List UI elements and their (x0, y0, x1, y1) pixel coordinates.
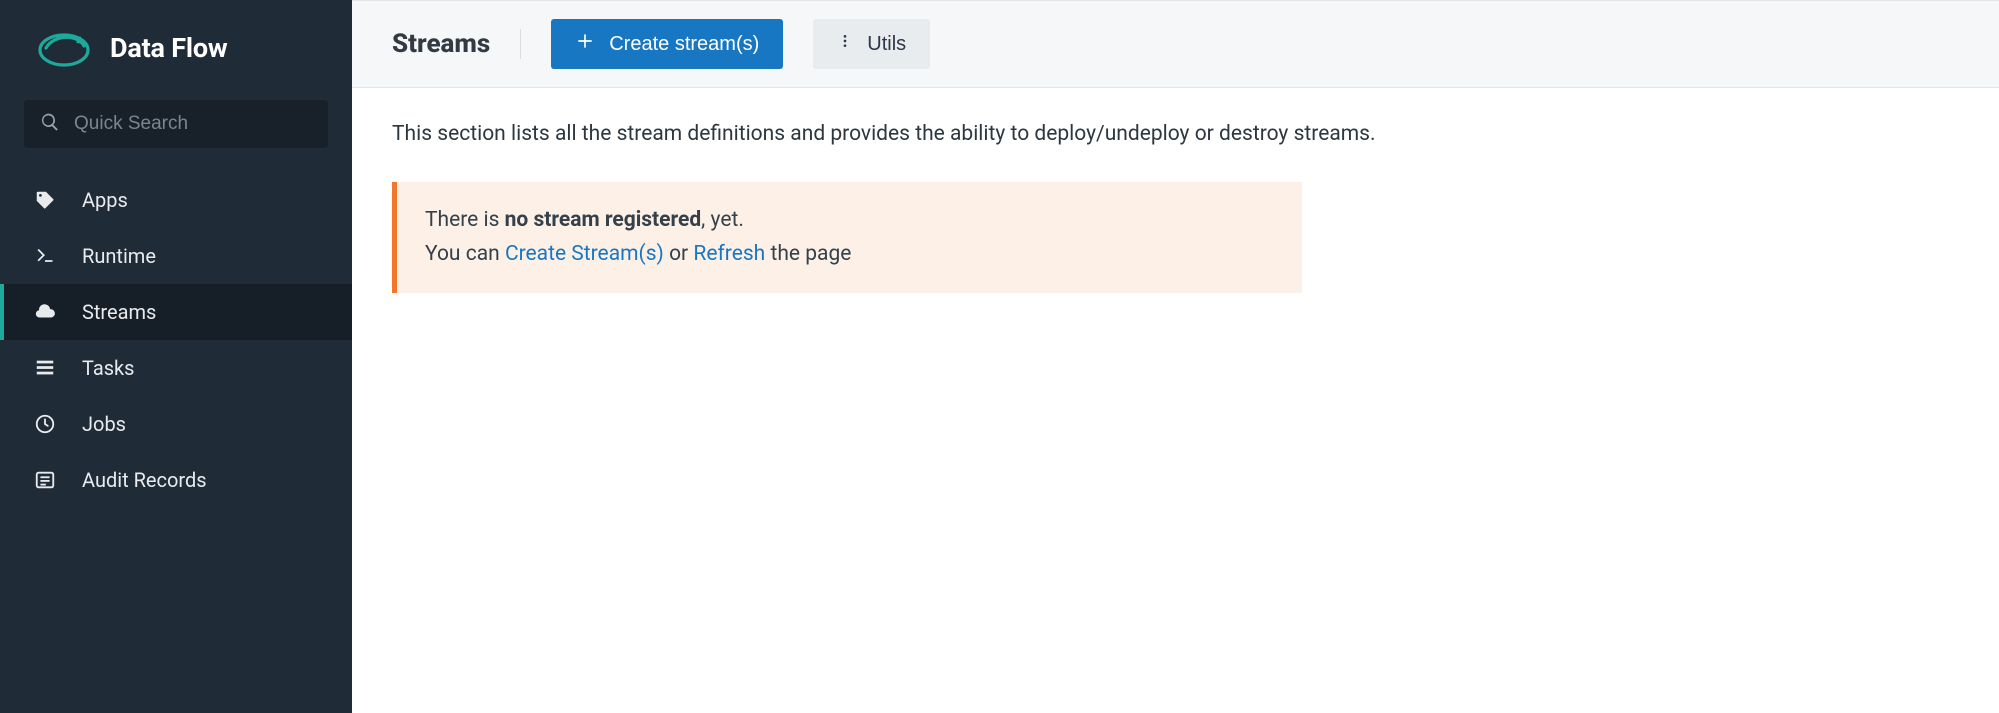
nav-label: Jobs (82, 412, 126, 436)
nav-label: Tasks (82, 356, 135, 380)
brand-row: Data Flow (0, 0, 352, 92)
nav-label: Runtime (82, 244, 156, 268)
main-area: Streams Create stream(s) Utils This sect… (352, 0, 1999, 713)
empty-state: There is no stream registered, yet. You … (392, 182, 1302, 293)
content: This section lists all the stream defini… (352, 88, 1999, 327)
empty-text: or (664, 242, 694, 266)
tasks-icon (34, 357, 56, 379)
quick-search[interactable] (24, 100, 328, 148)
create-stream-label: Create stream(s) (609, 33, 759, 56)
empty-text: , yet. (701, 208, 744, 232)
nav-item-jobs[interactable]: Jobs (0, 396, 352, 452)
nav-item-runtime[interactable]: Runtime (0, 228, 352, 284)
empty-line2: You can Create Stream(s) or Refresh the … (425, 238, 1274, 272)
topbar: Streams Create stream(s) Utils (352, 0, 1999, 88)
cloud-icon (34, 301, 56, 323)
list-icon (34, 469, 56, 491)
sidebar: Data Flow Apps Runtime Streams (0, 0, 352, 713)
nav-label: Audit Records (82, 468, 207, 492)
search-icon (40, 112, 60, 136)
nav-item-apps[interactable]: Apps (0, 172, 352, 228)
empty-text: You can (425, 242, 505, 266)
section-description: This section lists all the stream defini… (392, 122, 1959, 146)
nav-item-audit[interactable]: Audit Records (0, 452, 352, 508)
create-stream-link[interactable]: Create Stream(s) (505, 242, 664, 266)
dots-vertical-icon (837, 31, 853, 57)
empty-text: the page (765, 242, 851, 266)
empty-strong: no stream registered (505, 208, 702, 232)
nav-list: Apps Runtime Streams Tasks Jobs (0, 172, 352, 508)
nav-item-tasks[interactable]: Tasks (0, 340, 352, 396)
nav-item-streams[interactable]: Streams (0, 284, 352, 340)
search-input[interactable] (74, 113, 312, 135)
empty-line1: There is no stream registered, yet. (425, 204, 1274, 238)
empty-text: There is (425, 208, 505, 232)
brand-logo-icon (36, 28, 92, 68)
nav-label: Streams (82, 300, 156, 324)
refresh-link[interactable]: Refresh (693, 242, 765, 266)
terminal-icon (34, 245, 56, 267)
nav-label: Apps (82, 188, 128, 212)
brand-name: Data Flow (110, 32, 228, 64)
clock-icon (34, 413, 56, 435)
tag-icon (34, 189, 56, 211)
create-stream-button[interactable]: Create stream(s) (551, 19, 783, 69)
utils-label: Utils (867, 33, 906, 56)
page-title: Streams (392, 29, 521, 59)
utils-button[interactable]: Utils (813, 19, 930, 69)
plus-icon (575, 31, 595, 57)
